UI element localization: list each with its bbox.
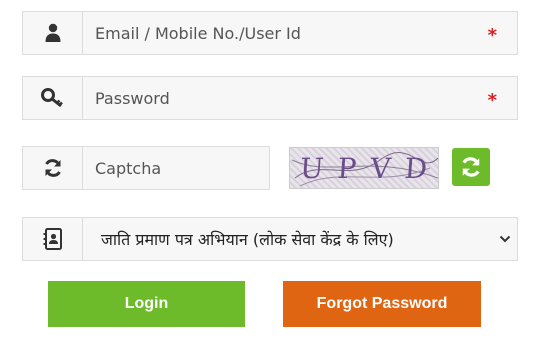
required-mark: * [487, 25, 497, 46]
refresh-captcha-button[interactable] [452, 148, 490, 186]
captcha-image: UPVD3 [289, 147, 439, 189]
key-icon [23, 77, 83, 119]
captcha-text: UPVD3 [298, 152, 439, 185]
refresh-icon [23, 147, 83, 189]
email-field[interactable]: Email / Mobile No./User Id * [83, 12, 517, 54]
forgot-password-label: Forgot Password [316, 295, 448, 312]
chevron-down-icon [493, 235, 517, 243]
captcha-placeholder: Captcha [95, 158, 162, 178]
captcha-field-group: Captcha [22, 146, 270, 190]
login-form: Email / Mobile No./User Id * Password * [0, 0, 538, 338]
email-placeholder: Email / Mobile No./User Id [95, 23, 301, 43]
email-field-group: Email / Mobile No./User Id * [22, 11, 518, 55]
user-icon [23, 12, 83, 54]
contact-book-icon [23, 218, 83, 260]
required-mark: * [487, 90, 497, 111]
refresh-icon [462, 157, 480, 177]
service-select-value: जाति प्रमाण पत्र अभियान (लोक सेवा केंद्र… [101, 230, 394, 249]
captcha-field[interactable]: Captcha [83, 147, 269, 189]
password-placeholder: Password [95, 88, 170, 108]
service-select[interactable]: जाति प्रमाण पत्र अभियान (लोक सेवा केंद्र… [22, 217, 518, 261]
login-button[interactable]: Login [48, 281, 245, 327]
forgot-password-button[interactable]: Forgot Password [283, 281, 481, 327]
password-field[interactable]: Password * [83, 77, 517, 119]
password-field-group: Password * [22, 76, 518, 120]
login-label: Login [124, 295, 169, 312]
